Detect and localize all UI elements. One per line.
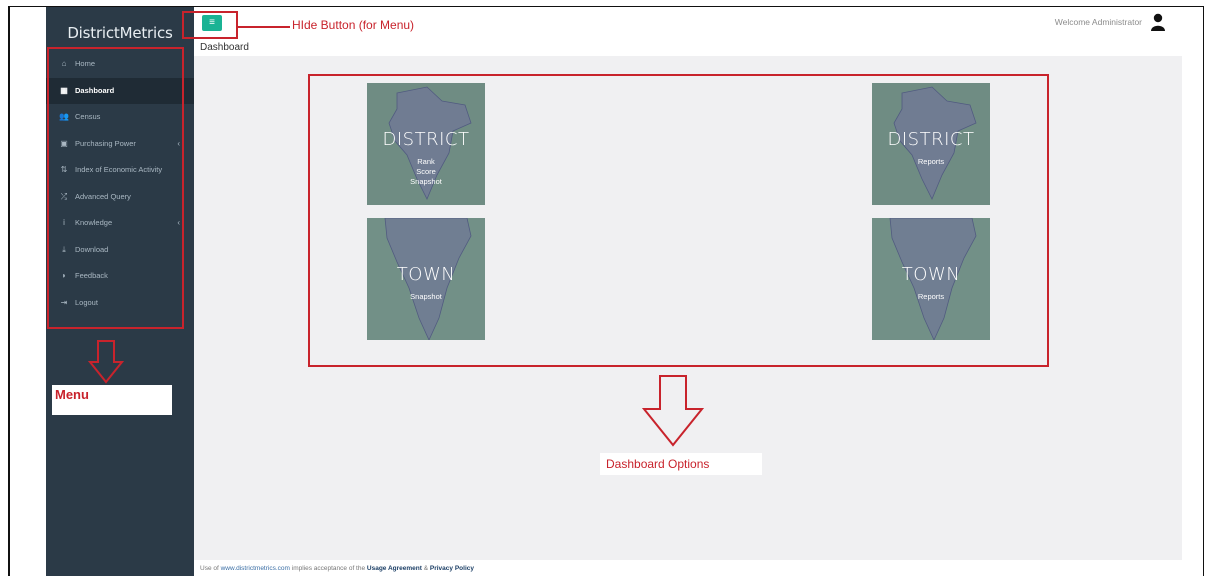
down-arrow-icon <box>87 340 125 384</box>
annotation-hide-button-label: HIde Button (for Menu) <box>292 18 415 32</box>
annotation-dashboard-options-label: Dashboard Options <box>600 453 762 475</box>
annotation-menu-label: Menu <box>52 385 172 415</box>
breadcrumb-current: Dashboard <box>200 42 249 53</box>
footer-text: & <box>421 565 430 572</box>
user-icon[interactable] <box>1150 13 1166 31</box>
footer: Use of www.districtmetrics.com implies a… <box>194 560 1182 576</box>
down-arrow-icon <box>641 375 705 447</box>
screenshot-frame: DistrictMetrics ⌂ Home ▦ Dashboard 👥 Census ▣ P… <box>8 6 1204 576</box>
footer-text: Use of <box>200 565 221 572</box>
brand-logo: DistrictMetrics <box>67 24 173 42</box>
usage-agreement-link[interactable]: Usage Agreement <box>367 565 422 572</box>
privacy-policy-link[interactable]: Privacy Policy <box>430 565 474 572</box>
footer-site-link[interactable]: www.districtmetrics.com <box>221 565 290 572</box>
annotation-box-menu <box>47 47 184 329</box>
annotation-line-icon <box>238 26 290 28</box>
annotation-box-hide-button <box>182 11 238 39</box>
breadcrumb: Dashboard <box>194 40 1182 56</box>
footer-text: implies acceptance of the <box>289 565 367 572</box>
welcome-text: Welcome Administrator <box>1054 17 1142 27</box>
annotation-box-dashboard-options <box>308 74 1049 367</box>
